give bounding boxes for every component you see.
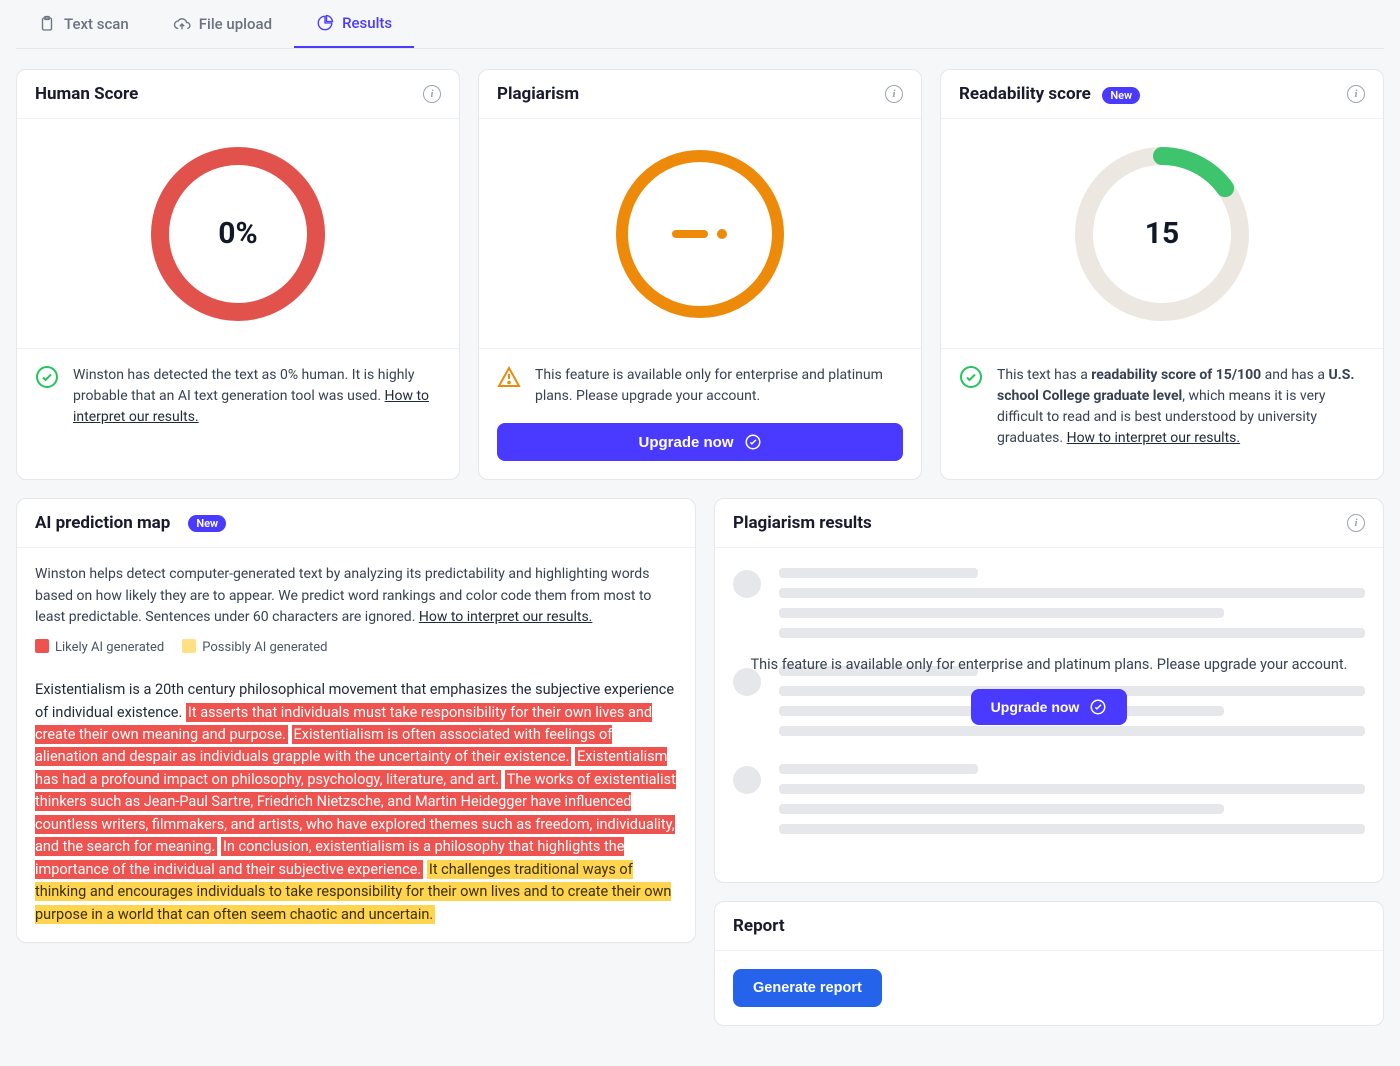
plagiarism-results-card: Plagiarism results i: [714, 498, 1384, 883]
check-circle-icon: [959, 365, 983, 389]
readability-card: Readability score New i 15: [940, 69, 1384, 480]
human-score-footer-text: Winston has detected the text as 0% huma…: [73, 365, 441, 428]
ai-map-legend: Likely AI generated Possibly AI generate…: [35, 639, 677, 655]
card-title: AI prediction map: [35, 513, 170, 533]
plagiarism-ring: [610, 144, 790, 324]
card-title: Human Score: [35, 84, 138, 104]
skeleton-placeholder: [733, 568, 1365, 638]
pie-chart-icon: [316, 14, 334, 32]
text-plain: [288, 726, 292, 743]
card-title: Plagiarism: [497, 84, 579, 104]
info-icon[interactable]: i: [885, 85, 903, 103]
generate-report-button[interactable]: Generate report: [733, 969, 882, 1007]
info-icon[interactable]: i: [1347, 514, 1365, 532]
interpret-link[interactable]: How to interpret our results.: [419, 609, 593, 625]
upload-cloud-icon: [173, 15, 191, 33]
tab-file-upload[interactable]: File upload: [151, 0, 294, 48]
readability-footer-text: This text has a readability score of 15/…: [997, 365, 1365, 449]
legend-swatch-yellow: [182, 639, 196, 653]
readability-ring: 15: [1072, 144, 1252, 324]
exclamation-icon: [610, 144, 790, 324]
ai-highlighted-text: Existentialism is a 20th century philoso…: [35, 679, 677, 926]
ai-prediction-map-card: AI prediction map New Winston helps dete…: [16, 498, 696, 943]
tab-label: File upload: [199, 15, 272, 33]
tab-label: Text scan: [64, 15, 129, 33]
tab-label: Results: [342, 14, 392, 32]
tabs-bar: Text scan File upload Results: [16, 0, 1384, 49]
report-card: Report Generate report: [714, 901, 1384, 1026]
card-title: Plagiarism results: [733, 513, 872, 533]
human-score-ring: 0%: [148, 144, 328, 324]
plagiarism-results-overlay-text: This feature is available only for enter…: [750, 656, 1347, 673]
card-title: Readability score: [959, 84, 1091, 104]
ai-map-description: Winston helps detect computer-generated …: [35, 564, 677, 629]
clipboard-icon: [38, 15, 56, 33]
info-icon[interactable]: i: [1347, 85, 1365, 103]
tab-text-scan[interactable]: Text scan: [16, 0, 151, 48]
skeleton-placeholder: [733, 764, 1365, 834]
new-badge: New: [188, 515, 226, 532]
card-title: Report: [733, 916, 785, 936]
human-score-value: 0%: [148, 144, 328, 324]
tab-results[interactable]: Results: [294, 0, 414, 48]
check-circle-icon: [1089, 698, 1107, 716]
interpret-link[interactable]: How to interpret our results.: [1067, 430, 1241, 446]
upgrade-button[interactable]: Upgrade now: [971, 689, 1128, 725]
human-score-card: Human Score i 0% Winston has detected th…: [16, 69, 460, 480]
check-circle-icon: [744, 433, 762, 451]
legend-swatch-red: [35, 639, 49, 653]
plagiarism-card: Plagiarism i This feat: [478, 69, 922, 480]
plagiarism-footer-text: This feature is available only for enter…: [535, 365, 903, 407]
readability-value: 15: [1072, 144, 1252, 324]
info-icon[interactable]: i: [423, 85, 441, 103]
upgrade-button[interactable]: Upgrade now: [497, 423, 903, 461]
new-badge: New: [1102, 87, 1140, 104]
warning-icon: [497, 365, 521, 389]
check-circle-icon: [35, 365, 59, 389]
